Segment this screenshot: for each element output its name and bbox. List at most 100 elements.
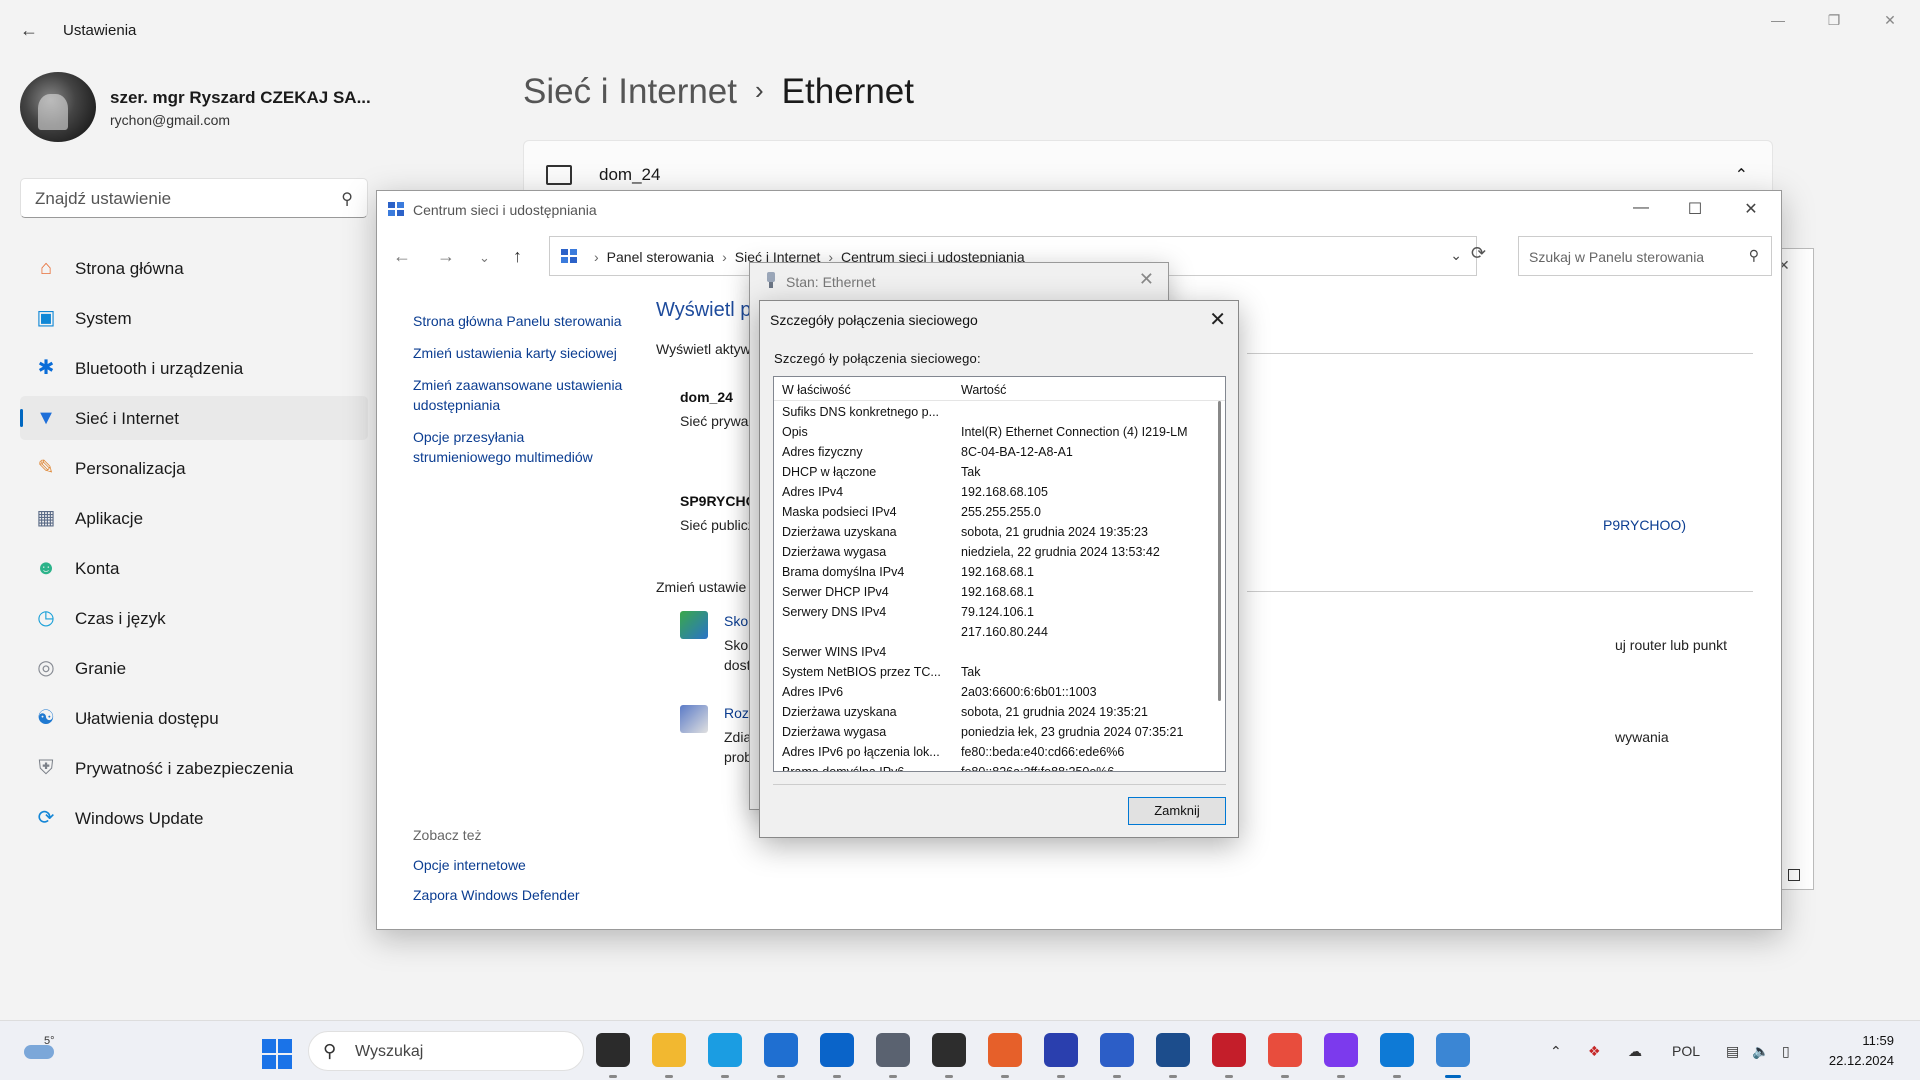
column-header-property[interactable]: W łaściwość	[782, 383, 851, 397]
start-button[interactable]	[262, 1039, 292, 1069]
battery-icon[interactable]: ▯	[1782, 1043, 1790, 1060]
edge-icon[interactable]	[708, 1033, 742, 1078]
weather-widget[interactable]: 5°	[22, 1035, 56, 1061]
details-list[interactable]: W łaściwość Wartość Sufiks DNS konkretne…	[773, 376, 1226, 772]
link-internet-options[interactable]: Opcje internetowe	[413, 857, 526, 873]
link-adapter-settings[interactable]: Zmień ustawienia karty sieciowej	[413, 343, 623, 363]
chevron-down-icon[interactable]: ⌄	[479, 250, 490, 266]
chevron-right-icon: ›	[755, 75, 764, 105]
refresh-icon[interactable]: ⟳	[1471, 243, 1486, 264]
restore-icon[interactable]: ❐	[1824, 12, 1844, 28]
avatar[interactable]	[20, 72, 96, 142]
link-advanced-sharing[interactable]: Zmień zaawansowane ustawienia udostępnia…	[413, 375, 623, 415]
table-row[interactable]: Adres IPv6 2a03:6600:6:6b01::1003	[774, 681, 1225, 701]
cloud-icon[interactable]: ☁	[1628, 1043, 1642, 1060]
table-row[interactable]: Dzierżawa uzyskana sobota, 21 grudnia 202…	[774, 521, 1225, 541]
chevron-up-icon[interactable]: ⌃	[1735, 165, 1748, 185]
link-control-panel-home[interactable]: Strona główna Panelu sterowania	[413, 311, 623, 331]
taskbar-search-input[interactable]: ⚲ Wyszukaj	[308, 1031, 584, 1071]
clock[interactable]: 11:59 22.12.2024	[1829, 1031, 1894, 1071]
app-a-icon[interactable]	[1100, 1033, 1134, 1078]
sidebar-item-wifi[interactable]: ▼ Sieć i Internet	[20, 396, 368, 440]
system-icon: ▣	[36, 307, 56, 329]
virtualbox-icon[interactable]	[1156, 1033, 1190, 1078]
chevron-down-icon[interactable]: ⌄	[1450, 247, 1462, 264]
value-cell: Intel(R) Ethernet Connection (4) I219-LM	[961, 425, 1188, 439]
settings-icon[interactable]	[876, 1033, 910, 1078]
sidebar-item-apps[interactable]: ▦ Aplikacje	[20, 496, 368, 540]
network-icon[interactable]: ▤	[1726, 1043, 1739, 1060]
table-row[interactable]: Adres fizyczny 8C-04-BA-12-A8-A1	[774, 441, 1225, 461]
app-git-icon[interactable]	[1268, 1033, 1302, 1078]
network-link[interactable]: P9RYCHOO)	[1603, 517, 1686, 533]
chevron-up-icon[interactable]: ⌃	[1550, 1043, 1562, 1060]
volume-icon[interactable]: 🔈	[1752, 1043, 1769, 1060]
sidebar-item-brush[interactable]: ✎ Personalizacja	[20, 446, 368, 490]
table-row[interactable]: 217.160.80.244	[774, 621, 1225, 641]
sidebar-item-account[interactable]: ☻ Konta	[20, 546, 368, 590]
up-arrow-icon[interactable]: ↑	[513, 246, 522, 267]
column-header-value[interactable]: Wartość	[961, 383, 1006, 397]
app-red-icon[interactable]	[1212, 1033, 1246, 1078]
close-icon[interactable]: ✕	[1880, 12, 1900, 28]
close-icon[interactable]: ✕	[1139, 269, 1154, 290]
back-arrow-icon[interactable]: ←	[393, 246, 411, 267]
link-windows-defender-firewall[interactable]: Zapora Windows Defender	[413, 887, 580, 903]
back-arrow-icon[interactable]: ←	[20, 20, 42, 42]
table-row[interactable]: Opis Intel(R) Ethernet Connection (4) I21…	[774, 421, 1225, 441]
crumb-control-panel[interactable]: Panel sterowania	[607, 249, 714, 265]
sidebar-item-update[interactable]: ⟳ Windows Update	[20, 796, 368, 840]
table-row[interactable]: Adres IPv6 po łączenia lok... fe80::beda:…	[774, 741, 1225, 761]
vertical-scrollbar[interactable]	[1218, 401, 1221, 701]
table-row[interactable]: Brama domyślna IPv6 fe80::826a:2ff:fe88:2…	[774, 761, 1225, 771]
table-row[interactable]: Brama domyślna IPv4 192.168.68.1	[774, 561, 1225, 581]
sidebar-item-system[interactable]: ▣ System	[20, 296, 368, 340]
sidebar-item-clock-globe[interactable]: ◷ Czas i język	[20, 596, 368, 640]
store-icon[interactable]	[764, 1033, 798, 1078]
settings-search-input[interactable]: Znajdź ustawienie ⚲	[20, 178, 368, 218]
table-row[interactable]: Dzierżawa wygasa poniedzia łek, 23 grudni…	[774, 721, 1225, 741]
sidebar-item-accessibility[interactable]: ☯ Ułatwienia dostępu	[20, 696, 368, 740]
minimize-icon[interactable]: —	[1629, 199, 1653, 217]
taskview-icon[interactable]	[596, 1033, 630, 1078]
property-cell: DHCP w łączone	[782, 465, 877, 479]
terminal-icon[interactable]	[932, 1033, 966, 1078]
network-name: dom_24	[680, 389, 733, 405]
control-panel-titlebar: Centrum sieci i udostępniania — ☐ ✕	[377, 191, 1781, 229]
close-icon[interactable]: ✕	[1209, 307, 1226, 332]
sidebar-item-shield[interactable]: ⛨ Prywatność i zabezpieczenia	[20, 746, 368, 790]
sidebar-item-label: Granie	[75, 659, 127, 678]
value-cell: niedziela, 22 grudnia 2024 13:53:42	[961, 545, 1160, 559]
control-panel-icon[interactable]	[1436, 1033, 1470, 1078]
sidebar-item-bluetooth[interactable]: ✱ Bluetooth i urządzenia	[20, 346, 368, 390]
close-icon[interactable]: ✕	[1739, 199, 1763, 219]
close-button[interactable]: Zamknij	[1128, 797, 1226, 825]
app-purple-icon[interactable]	[1324, 1033, 1358, 1078]
explorer-icon[interactable]	[652, 1033, 686, 1078]
control-panel-search-input[interactable]: Szukaj w Panelu sterowania ⚲	[1518, 236, 1772, 276]
tray-app-icon[interactable]: ❖	[1588, 1043, 1601, 1060]
language-indicator[interactable]: POL	[1672, 1043, 1700, 1059]
sidebar-item-home[interactable]: ⌂ Strona główna	[20, 246, 368, 290]
sidebar-item-gamepad[interactable]: ◎ Granie	[20, 646, 368, 690]
forward-arrow-icon[interactable]: →	[437, 246, 455, 267]
floppy-icon[interactable]	[1044, 1033, 1078, 1078]
vscode-icon[interactable]	[1380, 1033, 1414, 1078]
minimize-icon[interactable]: —	[1768, 12, 1788, 28]
table-row[interactable]: System NetBIOS przez TC... Tak	[774, 661, 1225, 681]
outlook-icon[interactable]	[820, 1033, 854, 1078]
table-row[interactable]: Serwer WINS IPv4	[774, 641, 1225, 661]
table-row[interactable]: Dzierżawa uzyskana sobota, 21 grudnia 202…	[774, 701, 1225, 721]
maximize-icon[interactable]	[1788, 869, 1800, 881]
breadcrumb-parent[interactable]: Sieć i Internet	[523, 72, 737, 111]
table-row[interactable]: Sufiks DNS konkretnego p...	[774, 401, 1225, 421]
firefox-icon[interactable]	[988, 1033, 1022, 1078]
link-media-streaming[interactable]: Opcje przesyłania strumieniowego multime…	[413, 427, 623, 467]
table-row[interactable]: Dzierżawa wygasa niedziela, 22 grudnia 20…	[774, 541, 1225, 561]
table-row[interactable]: Serwery DNS IPv4 79.124.106.1	[774, 601, 1225, 621]
maximize-icon[interactable]: ☐	[1683, 199, 1707, 219]
table-row[interactable]: Serwer DHCP IPv4 192.168.68.1	[774, 581, 1225, 601]
table-row[interactable]: DHCP w łączone Tak	[774, 461, 1225, 481]
table-row[interactable]: Adres IPv4 192.168.68.105	[774, 481, 1225, 501]
table-row[interactable]: Maska podsieci IPv4 255.255.255.0	[774, 501, 1225, 521]
